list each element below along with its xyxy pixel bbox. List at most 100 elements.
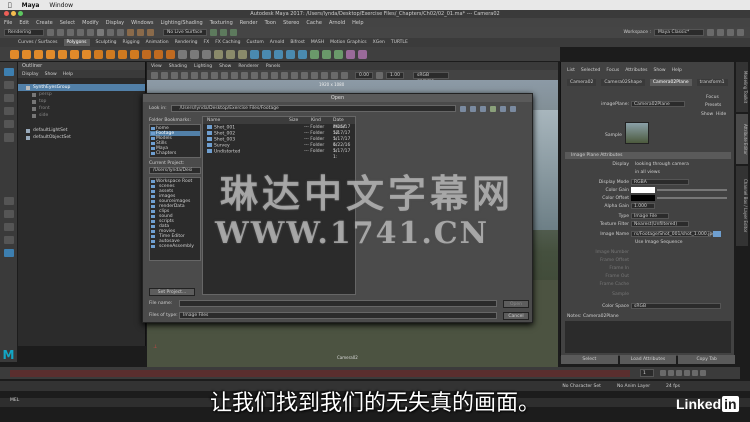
shelf-tab-motion-graphics[interactable]: Motion Graphics [330,40,367,45]
minimize-window-icon[interactable] [11,11,16,16]
ae-menu-attributes[interactable]: Attributes [625,68,647,73]
viewport-menu-shading[interactable]: Shading [169,64,187,69]
select-object-icon[interactable] [107,29,114,36]
texture-filter-dropdown[interactable]: Nearest(Unfiltered) [631,221,689,227]
paint-select-icon[interactable] [3,94,14,103]
select-tool-icon[interactable] [3,68,14,77]
menu-render[interactable]: Render [240,20,258,26]
poly-plane-icon[interactable] [70,49,79,59]
go-to-end-icon[interactable] [700,370,706,376]
poly-prism-icon[interactable] [118,49,127,59]
rotate-tool-icon[interactable] [3,120,14,129]
bevel-icon[interactable] [286,49,295,59]
go-to-start-icon[interactable] [660,370,666,376]
play-backward-icon[interactable] [676,370,682,376]
tab-camera02shape[interactable]: Camera02Shape [601,79,645,86]
current-project-field[interactable]: /Users/lynda/Desi [149,167,201,174]
focus-button[interactable]: Focus [706,95,719,100]
ipr-render-icon[interactable] [220,29,227,36]
tab-camera02[interactable]: Camera02 [567,79,597,86]
render-current-icon[interactable] [210,29,217,36]
outliner-item-top[interactable]: top [18,98,145,105]
scale-tool-icon[interactable] [3,133,14,142]
outliner-item-side[interactable]: side [18,112,145,119]
toggle-channel-box-icon[interactable] [737,29,744,36]
bridge-icon[interactable] [274,49,283,59]
ae-menu-focus[interactable]: Focus [606,68,619,73]
menu-arnold[interactable]: Arnold [329,20,345,26]
outliner-item-front[interactable]: front [18,105,145,112]
exposure-field[interactable]: 0.00 [355,71,373,79]
gamma-field[interactable]: 1.00 [386,71,404,79]
toggle-attribute-editor-icon[interactable] [717,29,724,36]
side-tab-attribute-editor[interactable]: Attribute Editor [736,114,748,164]
shelf-tab-curves[interactable]: Curves / Surfaces [18,40,58,45]
use-image-sequence-checkbox[interactable]: Use Image Sequence [635,240,683,245]
column-name[interactable]: Name [207,117,220,124]
outliner-menu-display[interactable]: Display [22,72,39,77]
workspace-dropdown[interactable]: Maya Classic* [654,29,704,36]
display-radio-all-views[interactable]: in all views [635,170,660,175]
file-type-dropdown[interactable]: Image Files [179,312,497,319]
gamma-icon[interactable] [376,71,383,79]
color-offset-slider[interactable] [657,197,727,199]
poly-gear-icon[interactable] [154,49,163,59]
bevel-icon[interactable] [298,49,307,59]
smooth-icon[interactable] [226,49,235,59]
display-mode-dropdown[interactable]: RGBA [631,179,689,185]
show-button[interactable]: Show [701,112,713,117]
cancel-button[interactable]: Cancel [503,312,529,320]
shelf-tab-rigging[interactable]: Rigging [123,40,140,45]
multi-cut-icon[interactable] [310,49,319,59]
lasso-tool-icon[interactable] [3,81,14,90]
viewport-menu-renderer[interactable]: Renderer [238,64,259,69]
shelf-tab-bifrost[interactable]: Bifrost [290,40,305,45]
parent-folder-icon[interactable] [479,105,486,112]
outliner-item-defaultobjectset[interactable]: defaultObjectSet [18,134,145,141]
live-surface-field[interactable]: No Live Surface [163,29,207,36]
menu-lighting-shading[interactable]: Lighting/Shading [160,20,202,26]
gate-mask-icon[interactable] [221,71,228,79]
platonic-solid-icon[interactable] [94,49,103,59]
outliner-menu-help[interactable]: Help [63,72,73,77]
shelf-tab-fx-caching[interactable]: FX Caching [215,40,240,45]
ambient-occlusion-icon[interactable] [301,71,308,79]
menu-create[interactable]: Create [36,20,53,26]
menu-toon[interactable]: Toon [265,20,277,26]
set-project-button[interactable]: Set Project... [149,288,195,296]
persp-outliner-layout-icon[interactable] [3,248,14,258]
menu-display[interactable]: Display [106,20,124,26]
zoom-window-icon[interactable] [18,11,23,16]
toggle-tool-settings-icon[interactable] [727,29,734,36]
single-pane-layout-icon[interactable] [3,196,14,205]
save-scene-icon[interactable] [67,29,74,36]
viewport-menu-lighting[interactable]: Lighting [194,64,212,69]
color-gain-slider[interactable] [657,189,727,191]
color-space-dropdown[interactable]: sRGB [631,303,721,309]
uv-editor-icon[interactable] [346,49,355,59]
menu-windows[interactable]: Windows [131,20,153,26]
snap-curve-icon[interactable] [137,29,144,36]
boolean-icon[interactable] [214,49,223,59]
close-window-icon[interactable] [4,11,9,16]
field-chart-icon[interactable] [231,71,238,79]
step-forward-icon[interactable] [692,370,698,376]
poly-pyramid-icon[interactable] [106,49,115,59]
shelf-tab-rendering[interactable]: Rendering [175,40,198,45]
forward-arrow-icon[interactable] [469,105,476,112]
mac-menu-maya[interactable]: Maya [22,2,40,9]
viewport-menu-panels[interactable]: Panels [266,64,280,69]
redo-icon[interactable] [87,29,94,36]
open-button[interactable]: Open [503,300,529,308]
resolution-gate-icon[interactable] [211,71,218,79]
shelf-tab-fx[interactable]: FX [204,40,210,45]
shelf-tab-polygons[interactable]: Polygons [63,39,90,46]
type-dropdown[interactable]: Image File [631,213,669,219]
undo-icon[interactable] [77,29,84,36]
poly-torus-icon[interactable] [58,49,67,59]
snap-grid-icon[interactable] [127,29,134,36]
extract-icon[interactable] [202,49,211,59]
poly-cone-icon[interactable] [46,49,55,59]
film-gate-icon[interactable] [201,71,208,79]
side-tab-modeling-toolkit[interactable]: Modeling Toolkit [736,62,748,112]
